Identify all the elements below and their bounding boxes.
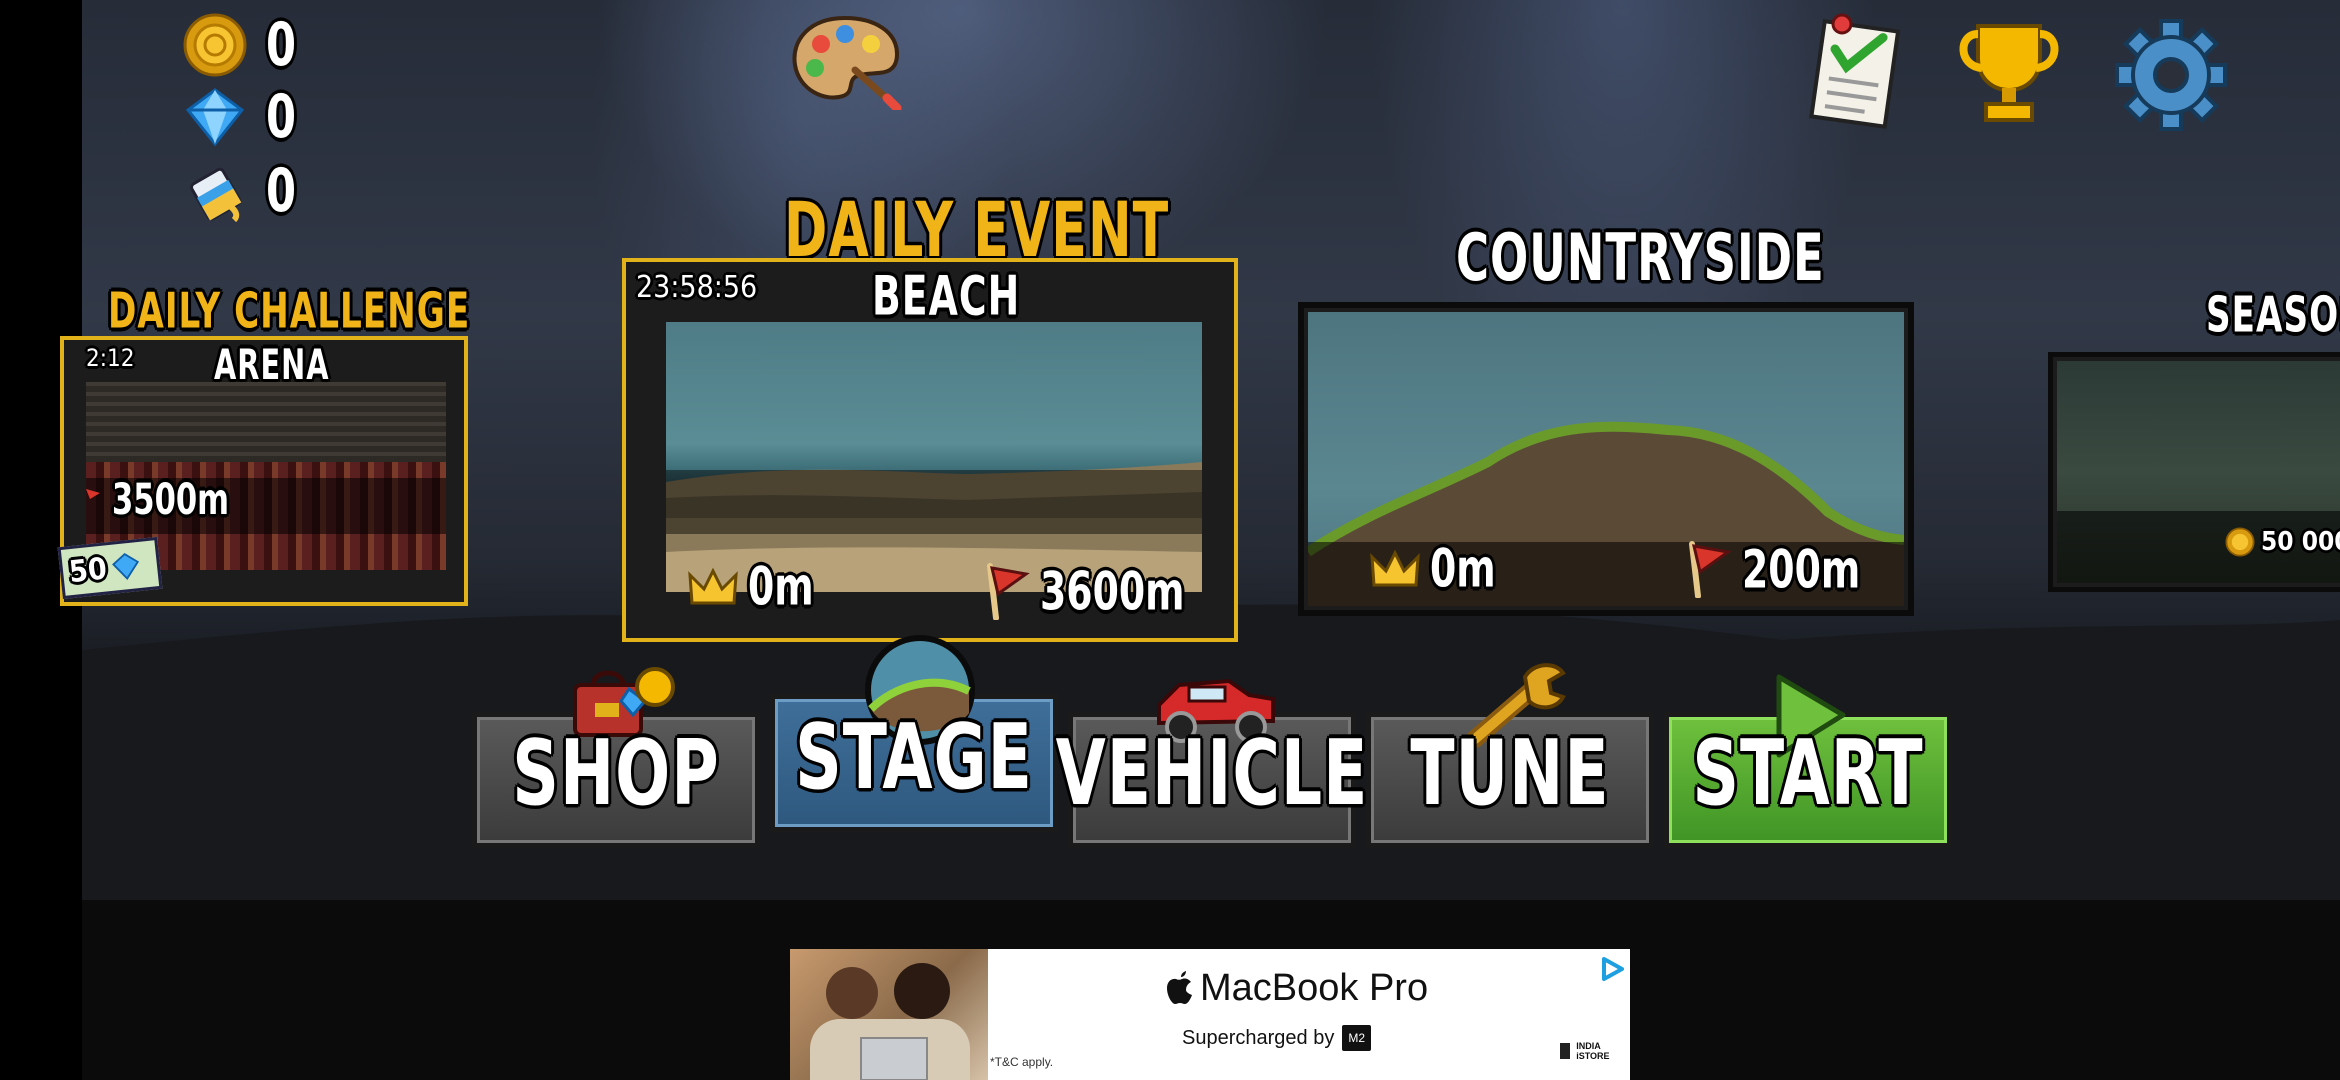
top-right-toolbar [1800,10,2240,140]
paint-counter: 0 [182,156,297,226]
coin-icon [2225,527,2255,557]
gem-count: 0 [266,82,297,152]
daily-event-stage-name: BEACH [872,264,1021,328]
daily-event-card[interactable]: 23:58:56 BEACH 0m 3600m [622,258,1238,642]
daily-challenge-header: DAILY CHALLENGE [108,282,471,340]
gem-icon [111,553,139,581]
countryside-card[interactable]: 0m 200m [1298,302,1914,616]
daily-event-best: 0m [688,556,814,617]
start-button[interactable]: START [1664,674,1952,848]
trophy-icon[interactable] [1950,16,2068,128]
vehicle-label: VEHICLE [1055,720,1369,825]
season-header: SEASON [2206,286,2340,344]
ad-tagline: Supercharged by M2 [1182,1025,1371,1051]
gem-icon [185,88,245,147]
season-card[interactable]: 50 000 [2048,352,2340,592]
missions-checklist-icon[interactable] [1800,12,1910,130]
countryside-target: 200m [1684,538,1860,600]
daily-challenge-timer: 2:12 [86,344,135,372]
coin-icon [183,13,247,77]
crown-icon [688,567,738,604]
tune-label: TUNE [1410,720,1610,825]
flag-icon [1689,541,1732,598]
paint-can-icon [190,167,242,223]
ad-choices-icon[interactable] [1598,955,1626,983]
settings-gear-icon[interactable] [2112,16,2230,134]
daily-challenge-reward: 50 [57,536,163,600]
shop-label: SHOP [512,720,720,825]
stage-label: STAGE [795,704,1033,809]
apple-logo-icon [1167,970,1192,1004]
daily-challenge-card[interactable]: 2:12 ARENA 3500m 50 [57,336,468,606]
ad-title: MacBook Pro [1164,967,1428,1010]
countryside-header: COUNTRYSIDE [1456,220,1825,296]
start-label: START [1692,720,1924,825]
paint-palette-icon[interactable] [785,10,905,110]
flag-icon [987,563,1030,620]
beach-preview [666,322,1202,592]
tune-button[interactable]: TUNE [1366,663,1654,848]
m2-chip-badge: M2 [1342,1025,1371,1051]
ad-store-logo: INDIA iSTORE [1560,1041,1620,1061]
flag-icon [86,489,100,499]
stage-button[interactable]: STAGE [770,635,1058,832]
ad-image [790,949,988,1080]
paint-count: 0 [266,156,297,226]
ad-disclaimer: *T&C apply. [990,1055,1054,1069]
crown-icon [1370,549,1420,586]
coin-counter: 0 [182,10,297,80]
daily-event-target: 3600m [982,560,1185,622]
season-cost: 50 000 [2225,527,2340,557]
coin-count: 0 [266,10,297,80]
vehicle-button[interactable]: VEHICLE [1056,678,1367,848]
shop-button[interactable]: SHOP [472,667,760,848]
ad-banner[interactable]: *T&C apply. MacBook Pro Supercharged by … [790,949,1630,1080]
gem-counter: 0 [182,82,297,152]
countryside-best: 0m [1370,538,1496,599]
daily-event-timer: 23:58:56 [636,270,758,305]
daily-challenge-distance: 3500m [84,475,229,525]
